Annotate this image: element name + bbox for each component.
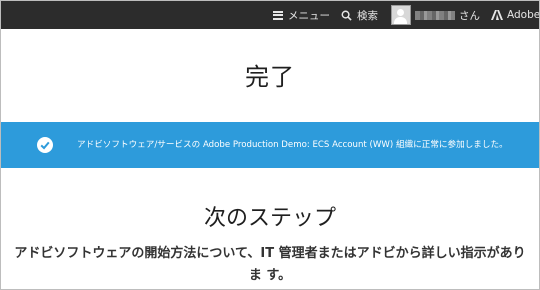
search-button[interactable]: 検索: [341, 1, 378, 29]
success-banner: アドビソフトウェア/サービスの Adobe Production Demo: E…: [1, 122, 539, 168]
menu-label: メニュー: [288, 9, 330, 22]
search-icon: [341, 10, 352, 21]
user-profile-button[interactable]: さん: [391, 1, 480, 29]
user-suffix: さん: [459, 9, 480, 22]
page-frame: メニュー 検索 さん Adobe 完了 アドビソフトウェア/サービスの Adob…: [0, 0, 540, 290]
avatar: [391, 5, 411, 25]
search-label: 検索: [357, 9, 378, 22]
adobe-logo-icon: [491, 10, 503, 20]
checkmark-icon: [37, 137, 53, 153]
top-navigation-bar: メニュー 検索 さん Adobe: [1, 1, 539, 29]
adobe-link[interactable]: Adobe: [491, 1, 540, 29]
success-message: アドビソフトウェア/サービスの Adobe Production Demo: E…: [77, 140, 508, 150]
next-steps-heading: 次のステップ: [203, 206, 336, 231]
redacted-username: [415, 10, 455, 20]
adobe-label: Adobe: [507, 9, 540, 21]
hamburger-icon: [273, 10, 283, 20]
next-steps-description: アドビソフトウェアの開始方法について、IT 管理者またはアドビから詳しい指示があ…: [14, 246, 526, 283]
menu-button[interactable]: メニュー: [273, 1, 330, 29]
page-title: 完了: [245, 63, 295, 91]
